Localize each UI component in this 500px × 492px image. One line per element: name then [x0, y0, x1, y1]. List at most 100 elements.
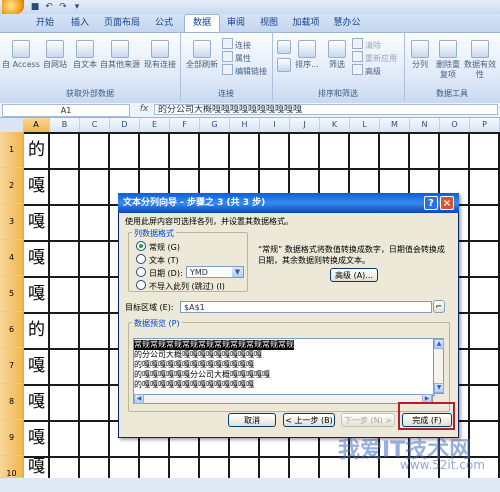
- scroll-up-icon[interactable]: ▲: [434, 339, 444, 349]
- sort-za-icon[interactable]: [276, 58, 292, 74]
- row-header[interactable]: 4: [0, 240, 23, 276]
- existing-connections-button[interactable]: 现有连接: [142, 40, 178, 70]
- data-validation-button[interactable]: 数据有效性: [462, 40, 498, 80]
- tab-page-layout[interactable]: 页面布局: [100, 15, 144, 31]
- filter-button[interactable]: 筛选: [324, 40, 350, 70]
- row-header[interactable]: 2: [0, 168, 23, 204]
- row-header[interactable]: 9: [0, 420, 23, 456]
- row-header[interactable]: 7: [0, 348, 23, 384]
- close-button[interactable]: ×: [440, 196, 454, 210]
- remove-duplicates-button[interactable]: 删除重复项: [434, 40, 462, 80]
- sort-button[interactable]: 排序...: [292, 40, 322, 70]
- radio-text[interactable]: 文本 (T): [136, 254, 179, 266]
- cancel-button[interactable]: 取消: [228, 413, 276, 427]
- preview-horizontal-scrollbar[interactable]: [133, 394, 433, 404]
- date-format-select[interactable]: YMD ▼: [186, 266, 244, 278]
- column-header[interactable]: E: [140, 118, 170, 132]
- select-all-corner[interactable]: [0, 118, 24, 132]
- column-header[interactable]: G: [200, 118, 230, 132]
- cell-a1[interactable]: 的: [24, 132, 49, 168]
- chevron-down-icon[interactable]: ▼: [232, 267, 243, 277]
- scroll-down-icon[interactable]: ▼: [434, 383, 444, 393]
- range-picker-icon[interactable]: ⌐: [433, 300, 445, 313]
- column-header[interactable]: F: [170, 118, 200, 132]
- cell-a2[interactable]: 嘎: [24, 168, 49, 204]
- radio-date[interactable]: 日期 (D):: [136, 267, 183, 279]
- column-header[interactable]: P: [470, 118, 500, 132]
- tab-huibangong[interactable]: 慧办公: [330, 15, 364, 31]
- name-box[interactable]: A1: [2, 104, 130, 117]
- row-header[interactable]: 5: [0, 276, 23, 312]
- column-header[interactable]: B: [50, 118, 80, 132]
- cell-a7[interactable]: 嘎: [24, 348, 49, 384]
- clear-icon: [352, 38, 363, 49]
- cell-a10[interactable]: 嘎: [24, 456, 49, 478]
- scroll-left-icon[interactable]: ◀: [134, 394, 144, 404]
- sort-ascending-icon: [277, 40, 291, 54]
- cell-a8[interactable]: 嘎: [24, 384, 49, 420]
- remove-duplicates-icon: [439, 40, 457, 58]
- radio-skip-column[interactable]: 不导入此列 (跳过) (I): [136, 280, 225, 292]
- from-access-button[interactable]: 自 Access: [2, 40, 40, 70]
- column-header[interactable]: K: [320, 118, 350, 132]
- row-header[interactable]: 6: [0, 312, 23, 348]
- cell-a3[interactable]: 嘎: [24, 204, 49, 240]
- filter-funnel-icon: [328, 40, 346, 58]
- row-header[interactable]: 3: [0, 204, 23, 240]
- connections-icon: [222, 38, 233, 49]
- column-header[interactable]: D: [110, 118, 140, 132]
- clear-button[interactable]: 清除: [352, 38, 381, 50]
- formula-input[interactable]: 的分公司大概嘎嘎嘎嘎嘎嘎嘎嘎嘎嘎: [154, 104, 498, 115]
- column-header-a[interactable]: A: [23, 118, 50, 132]
- properties-button[interactable]: 属性: [222, 51, 251, 63]
- target-area-input[interactable]: $A$1: [180, 301, 432, 313]
- refresh-all-button[interactable]: 全部刷新: [184, 40, 220, 70]
- undo-icon[interactable]: ↶: [44, 2, 54, 12]
- group-label-sort-filter: 排序和筛选: [318, 89, 358, 98]
- office-button[interactable]: [2, 0, 24, 14]
- column-header[interactable]: O: [440, 118, 470, 132]
- tab-review[interactable]: 审阅: [222, 15, 250, 31]
- connections-button[interactable]: 连接: [222, 38, 251, 50]
- radio-general[interactable]: 常规 (G): [136, 241, 180, 253]
- tab-data[interactable]: 数据: [184, 14, 220, 33]
- from-text-button[interactable]: 自文本: [70, 40, 100, 70]
- insert-function-icon[interactable]: fx: [136, 103, 152, 116]
- column-header[interactable]: C: [80, 118, 110, 132]
- cell-a5[interactable]: 嘎: [24, 276, 49, 312]
- tab-formulas[interactable]: 公式: [150, 15, 178, 31]
- next-button[interactable]: 下一步 (N) >: [341, 413, 395, 427]
- from-web-button[interactable]: 自网站: [40, 40, 70, 70]
- row-header[interactable]: 1: [0, 132, 23, 168]
- text-file-icon: [76, 40, 94, 58]
- reapply-button[interactable]: 重新应用: [352, 51, 397, 63]
- cell-a9[interactable]: 嘎: [24, 420, 49, 456]
- tab-view[interactable]: 视图: [256, 15, 282, 31]
- cell-a6[interactable]: 的: [24, 312, 49, 348]
- column-header[interactable]: H: [230, 118, 260, 132]
- web-icon: [46, 40, 64, 58]
- column-header[interactable]: I: [260, 118, 290, 132]
- cell-a4[interactable]: 嘎: [24, 240, 49, 276]
- text-to-columns-button[interactable]: 分列: [406, 40, 434, 70]
- tab-insert[interactable]: 插入: [66, 15, 94, 31]
- column-header[interactable]: L: [350, 118, 380, 132]
- quick-access-dropdown-icon[interactable]: ▾: [72, 2, 82, 12]
- tab-add-ins[interactable]: 加载项: [288, 15, 324, 31]
- help-button[interactable]: ?: [424, 196, 438, 210]
- redo-icon[interactable]: ↷: [58, 2, 68, 12]
- advanced-button[interactable]: 高级 (A)...: [330, 268, 378, 282]
- row-header[interactable]: 10: [0, 456, 23, 478]
- sort-az-icon[interactable]: [276, 40, 292, 56]
- row-header[interactable]: 8: [0, 384, 23, 420]
- column-header[interactable]: J: [290, 118, 320, 132]
- column-header[interactable]: N: [410, 118, 440, 132]
- tab-home[interactable]: 开始: [30, 15, 60, 31]
- edit-links-button[interactable]: 编辑链接: [222, 64, 267, 76]
- back-button[interactable]: < 上一步 (B): [283, 413, 335, 427]
- column-header[interactable]: M: [380, 118, 410, 132]
- from-other-sources-button[interactable]: 自其他来源: [100, 40, 140, 70]
- format-note-line-2: 日期，其余数据则转换成文本。: [258, 256, 370, 265]
- save-icon[interactable]: ■: [30, 2, 40, 12]
- advanced-filter-button[interactable]: 高级: [352, 64, 381, 76]
